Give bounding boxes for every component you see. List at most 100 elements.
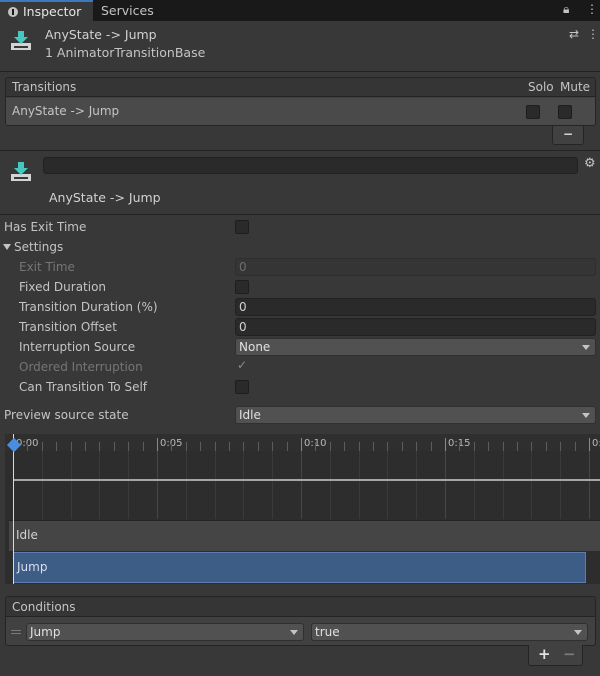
interruption-source-label: Interruption Source (19, 340, 136, 354)
ruler-minor-tick (546, 442, 547, 451)
ruler-minor-tick (287, 442, 288, 451)
can-transition-to-self-checkbox[interactable] (235, 380, 249, 394)
chevron-down-icon (582, 413, 590, 418)
gear-icon[interactable]: ⚙ (584, 156, 596, 171)
remove-condition-button[interactable]: − (563, 645, 576, 663)
transition-duration-label: Transition Duration (%) (19, 300, 158, 314)
timeline-gridline (445, 451, 446, 519)
preset-icon[interactable]: ⇄ (569, 27, 579, 41)
preview-source-state-label: Preview source state (4, 408, 129, 422)
destination-state-label: Jump (17, 560, 48, 574)
ruler-minor-tick (186, 442, 187, 451)
ruler-minor-tick (258, 442, 259, 451)
drag-handle-icon[interactable] (11, 630, 21, 631)
more-menu-icon[interactable]: ⋮ (586, 2, 598, 16)
transition-offset-label: Transition Offset (19, 320, 117, 334)
checkmark-icon: ✓ (237, 358, 248, 372)
timeline-gridline (128, 451, 129, 519)
ruler-major-tick (589, 438, 590, 451)
timeline-gridline (243, 451, 244, 519)
ruler-minor-tick (56, 442, 57, 451)
solo-checkbox[interactable] (526, 105, 540, 119)
timeline-gridline (531, 451, 532, 519)
fixed-duration-label: Fixed Duration (19, 280, 107, 294)
ruler-minor-tick (200, 442, 201, 451)
transition-row[interactable]: AnyState -> Jump (6, 98, 595, 125)
timeline-gridline (301, 451, 302, 519)
settings-foldout[interactable]: Settings (3, 240, 63, 254)
ruler-minor-tick (330, 442, 331, 451)
fixed-duration-checkbox[interactable] (235, 280, 249, 294)
add-condition-button[interactable]: + (538, 645, 551, 663)
interruption-source-dropdown[interactable]: None (235, 338, 596, 356)
preview-source-state-dropdown[interactable]: Idle (235, 406, 596, 424)
conditions-list: Conditions Jump true (5, 596, 596, 646)
timeline-gridline (99, 451, 100, 519)
ruler-minor-tick (215, 442, 216, 451)
ruler-major-tick (301, 438, 302, 451)
source-state-bar[interactable]: Idle (9, 520, 600, 551)
transition-name-field[interactable] (43, 157, 578, 174)
timeline-gridline (359, 451, 360, 519)
tab-services[interactable]: Services (93, 0, 163, 21)
timeline-gridline (474, 451, 475, 519)
has-exit-time-label: Has Exit Time (4, 220, 87, 234)
ruler-minor-tick (171, 442, 172, 451)
condition-parameter-dropdown[interactable]: Jump (26, 623, 304, 641)
solo-column-label: Solo (528, 80, 554, 94)
tab-inspector[interactable]: Inspector (0, 0, 93, 21)
transition-offset-field[interactable]: 0 (235, 318, 596, 336)
source-state-label: Idle (16, 528, 38, 542)
lock-icon[interactable]: 🔒︎ (563, 2, 569, 17)
can-transition-to-self-label: Can Transition To Self (19, 380, 148, 394)
ruler-minor-tick (359, 442, 360, 451)
timeline-gridline (215, 451, 216, 519)
timeline-ruler[interactable]: 0:000:050:100:150: (5, 434, 600, 451)
ruler-major-tick (445, 438, 446, 451)
transition-row-name: AnyState -> Jump (12, 104, 120, 118)
timeline-gridline (387, 451, 388, 519)
ruler-minor-tick (42, 442, 43, 451)
ruler-minor-tick (402, 442, 403, 451)
mute-column-label: Mute (560, 80, 591, 94)
ruler-minor-tick (531, 442, 532, 451)
transitions-header-label: Transitions (12, 80, 77, 94)
exit-time-field: 0 (235, 258, 596, 276)
header-subtitle: 1 AnimatorTransitionBase (45, 45, 206, 60)
ruler-minor-tick (272, 442, 273, 451)
ruler-minor-tick (431, 442, 432, 451)
ordered-interruption-label: Ordered Interruption (19, 360, 143, 374)
transition-duration-field[interactable]: 0 (235, 298, 596, 316)
destination-state-bar[interactable]: Jump (13, 552, 586, 583)
conditions-header-label: Conditions (12, 600, 76, 614)
chevron-down-icon (290, 630, 298, 635)
kebab-menu-icon[interactable]: ⋮ (587, 27, 599, 41)
remove-transition-button[interactable]: − (552, 126, 584, 145)
ruler-minor-tick (474, 442, 475, 451)
preview-source-state-value: Idle (239, 408, 261, 422)
ruler-minor-tick (488, 442, 489, 451)
ruler-minor-tick (575, 442, 576, 451)
transitions-list: Transitions Solo Mute AnyState -> Jump (5, 77, 596, 126)
chevron-down-icon (574, 630, 582, 635)
ruler-major-tick (157, 438, 158, 451)
transition-timeline[interactable]: 0:000:050:100:150: Idle Jump (5, 434, 600, 584)
tab-bar: Inspector Services 🔒︎ ⋮ (0, 0, 600, 21)
ruler-minor-tick (315, 442, 316, 451)
ruler-minor-tick (243, 442, 244, 451)
timeline-gridline (589, 451, 590, 519)
has-exit-time-checkbox[interactable] (235, 220, 249, 234)
ruler-minor-tick (517, 442, 518, 451)
ruler-minor-tick (416, 442, 417, 451)
condition-row: Jump true (6, 618, 595, 645)
transition-icon (10, 160, 32, 185)
ruler-minor-tick (387, 442, 388, 451)
mute-checkbox[interactable] (558, 105, 572, 119)
ruler-minor-tick (373, 442, 374, 451)
settings-foldout-label: Settings (14, 240, 64, 254)
ruler-minor-tick (71, 442, 72, 451)
playhead[interactable] (13, 434, 14, 584)
condition-value-dropdown[interactable]: true (311, 623, 588, 641)
condition-value-value: true (315, 625, 340, 639)
drag-handle-icon[interactable] (11, 633, 21, 634)
